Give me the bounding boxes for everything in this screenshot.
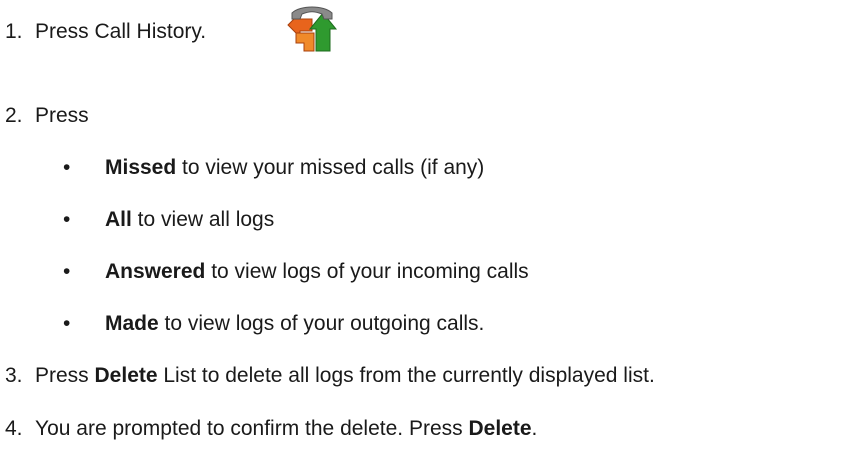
step-number: 4. <box>5 417 23 440</box>
bullet-text: Answered to view logs of your incoming c… <box>105 259 529 285</box>
step-keyword: Delete <box>94 364 158 387</box>
step-text-prefix: You are prompted to confirm the delete. … <box>35 417 469 440</box>
bullet-keyword: Answered <box>105 260 206 283</box>
bullet-icon: • <box>63 312 71 335</box>
bullet-text: All to view all logs <box>105 207 274 233</box>
step-keyword: Delete <box>468 417 532 440</box>
step-number: 2. <box>5 104 23 127</box>
bullet-text: Made to view logs of your outgoing calls… <box>105 311 484 337</box>
step-number: 3. <box>5 364 23 387</box>
step-text-suffix: . <box>531 417 538 440</box>
call-history-icon <box>287 6 338 52</box>
step-text: You are prompted to confirm the delete. … <box>35 416 537 442</box>
bullet-description: to view your missed calls (if any) <box>176 156 485 179</box>
bullet-icon: • <box>63 156 71 179</box>
bullet-description: to view logs of your incoming calls <box>205 260 529 283</box>
step-text: Press Call History. <box>35 20 207 43</box>
step-text: Press <box>35 104 89 127</box>
bullet-description: to view all logs <box>131 208 275 231</box>
step-text-prefix: Press <box>35 364 95 387</box>
bullet-keyword: All <box>105 208 132 231</box>
step-text-suffix: List to delete all logs from the current… <box>157 364 655 387</box>
step-text: Press Delete List to delete all logs fro… <box>35 363 655 389</box>
bullet-keyword: Made <box>105 312 159 335</box>
bullet-description: to view logs of your outgoing calls. <box>158 312 485 335</box>
bullet-icon: • <box>63 208 71 231</box>
step-number: 1. <box>5 20 23 43</box>
bullet-icon: • <box>63 260 71 283</box>
bullet-keyword: Missed <box>105 156 177 179</box>
bullet-text: Missed to view your missed calls (if any… <box>105 155 484 181</box>
